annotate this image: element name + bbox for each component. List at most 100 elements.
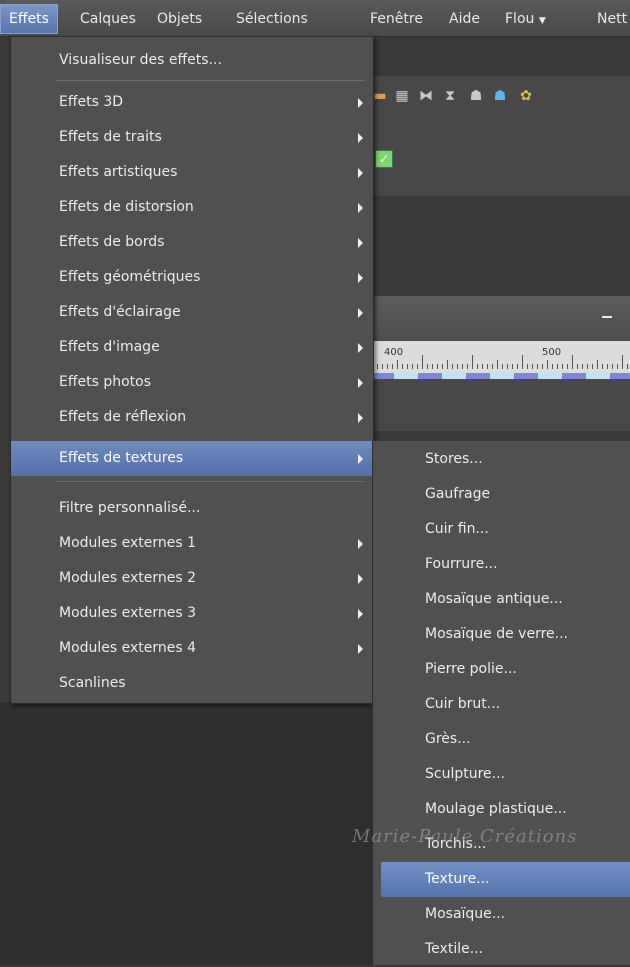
menu-item-effets-de-distorsion[interactable]: Effets de distorsion	[11, 190, 373, 225]
ruler-tick	[602, 364, 603, 369]
grid-icon[interactable]: ▦	[394, 88, 410, 104]
menu-item-effets-de-textures[interactable]: Effets de textures	[11, 441, 373, 476]
chevron-down-icon: ▼	[538, 16, 546, 26]
minimize-icon[interactable]	[602, 316, 612, 318]
menu-aide[interactable]: Aide	[449, 8, 480, 30]
menu-objets[interactable]: Objets	[157, 8, 202, 30]
user-group-icon[interactable]: ☗	[468, 88, 484, 104]
submenu-item-gr-s[interactable]: Grès...	[373, 722, 630, 757]
submenu-item-stores[interactable]: Stores...	[373, 442, 630, 477]
menu-item-filtre-personnalis[interactable]: Filtre personnalisé...	[11, 491, 373, 526]
watermark: Marie-Paule Créations	[352, 826, 578, 847]
menu-item-label: Effets 3D	[59, 94, 124, 110]
menu-item-effets-de-bords[interactable]: Effets de bords	[11, 225, 373, 260]
ruler-tick	[482, 364, 483, 369]
menu-separator	[55, 481, 365, 482]
ruler-tick	[437, 364, 438, 369]
menu-item-label: Effets d'éclairage	[59, 304, 181, 320]
menu-item-effets-photos[interactable]: Effets photos	[11, 365, 373, 400]
submenu-arrow-icon	[358, 238, 363, 248]
submenu-item-textile[interactable]: Textile...	[373, 932, 630, 967]
submenu-item-fourrure[interactable]: Fourrure...	[373, 547, 630, 582]
menu-item-scanlines[interactable]: Scanlines	[11, 666, 373, 701]
timeline-track	[370, 379, 630, 431]
menu-item-modules-externes-3[interactable]: Modules externes 3	[11, 596, 373, 631]
submenu-item-pierre-polie[interactable]: Pierre polie...	[373, 652, 630, 687]
submenu-item-texture[interactable]: Texture...	[381, 862, 630, 897]
menu-separator	[55, 80, 365, 81]
ruler-tick	[377, 364, 378, 369]
ruler-tick	[532, 364, 533, 369]
ruler-tick	[442, 364, 443, 369]
menu-item-effets-3d[interactable]: Effets 3D	[11, 85, 373, 120]
ruler-tick	[487, 364, 488, 369]
menu-item-label: Effets de traits	[59, 129, 162, 145]
textures-submenu: Stores... Gaufrage Cuir fin... Fourrure... M…	[372, 441, 630, 965]
ruler-tick	[507, 364, 508, 369]
menu-item-label: Modules externes 2	[59, 570, 197, 586]
submenu-item-cuir-brut[interactable]: Cuir brut...	[373, 687, 630, 722]
ruler-label-400: 400	[384, 347, 404, 358]
ruler: 400 500	[370, 341, 630, 373]
menu-effets[interactable]: Effets	[0, 4, 58, 34]
checkbox-checked[interactable]: ✓	[375, 150, 393, 168]
submenu-item-mosa-que-antique[interactable]: Mosaïque antique...	[373, 582, 630, 617]
flip-vertical-icon[interactable]: ⧗	[442, 88, 458, 104]
ruler-tick	[452, 364, 453, 369]
flip-horizontal-icon[interactable]: ⧓	[418, 88, 434, 104]
image-icon[interactable]: ✿	[518, 88, 534, 104]
menu-item-label: Modules externes 4	[59, 640, 197, 656]
ruler-tick	[562, 364, 563, 369]
submenu-arrow-icon	[358, 273, 363, 283]
menu-fenetre[interactable]: Fenêtre	[370, 8, 423, 30]
menu-item-label: Effets d'image	[59, 339, 160, 355]
ruler-tick	[557, 364, 558, 369]
menu-item-modules-externes-4[interactable]: Modules externes 4	[11, 631, 373, 666]
ruler-tick	[582, 364, 583, 369]
workspace-dark	[0, 702, 372, 965]
menu-item-effets-d-image[interactable]: Effets d'image	[11, 330, 373, 365]
user-icon[interactable]: ☗	[492, 88, 508, 104]
submenu-item-gaufrage[interactable]: Gaufrage	[373, 477, 630, 512]
ruler-tick	[542, 364, 543, 369]
ruler-tick	[622, 355, 623, 369]
ruler-tick	[397, 360, 398, 369]
menu-bar: Effets Calques Objets Sélections Fenêtre…	[0, 0, 630, 37]
menu-flou[interactable]: Flou ▼	[505, 8, 546, 30]
ruler-tick	[477, 364, 478, 369]
menu-item-effets-artistiques[interactable]: Effets artistiques	[11, 155, 373, 190]
submenu-arrow-icon	[358, 203, 363, 213]
ruler-tick	[627, 364, 628, 369]
submenu-item-sculpture[interactable]: Sculpture...	[373, 757, 630, 792]
menu-item-visualiseur-des-effets[interactable]: Visualiseur des effets...	[11, 43, 373, 78]
menu-item-effets-g-om-triques[interactable]: Effets géométriques	[11, 260, 373, 295]
menu-item-effets-de-traits[interactable]: Effets de traits	[11, 120, 373, 155]
ruler-tick	[587, 364, 588, 369]
menu-item-effets-d-clairage[interactable]: Effets d'éclairage	[11, 295, 373, 330]
ruler-tick	[382, 364, 383, 369]
menu-selections[interactable]: Sélections	[236, 8, 308, 30]
submenu-item-mosa-que-de-verre[interactable]: Mosaïque de verre...	[373, 617, 630, 652]
ruler-tick	[617, 364, 618, 369]
menu-item-modules-externes-1[interactable]: Modules externes 1	[11, 526, 373, 561]
menu-item-effets-de-r-flexion[interactable]: Effets de réflexion	[11, 400, 373, 435]
submenu-arrow-icon	[358, 133, 363, 143]
submenu-arrow-icon	[358, 168, 363, 178]
menu-item-modules-externes-2[interactable]: Modules externes 2	[11, 561, 373, 596]
menu-item-label: Effets de bords	[59, 234, 165, 250]
effets-menu: Visualiseur des effets... Effets 3D Effets…	[10, 36, 374, 704]
menu-item-label: Visualiseur des effets...	[59, 52, 222, 68]
layer-icon[interactable]: ▬	[372, 88, 388, 104]
submenu-item-mosa-que[interactable]: Mosaïque...	[373, 897, 630, 932]
submenu-arrow-icon	[358, 413, 363, 423]
menu-nett[interactable]: Nett	[597, 8, 627, 30]
ruler-tick	[417, 364, 418, 369]
submenu-item-cuir-fin[interactable]: Cuir fin...	[373, 512, 630, 547]
submenu-item-moulage-plastique[interactable]: Moulage plastique...	[373, 792, 630, 827]
ruler-tick	[547, 360, 548, 369]
ruler-tick	[402, 364, 403, 369]
ruler-tick	[492, 364, 493, 369]
ruler-tick	[552, 364, 553, 369]
submenu-arrow-icon	[358, 98, 363, 108]
menu-calques[interactable]: Calques	[80, 8, 136, 30]
